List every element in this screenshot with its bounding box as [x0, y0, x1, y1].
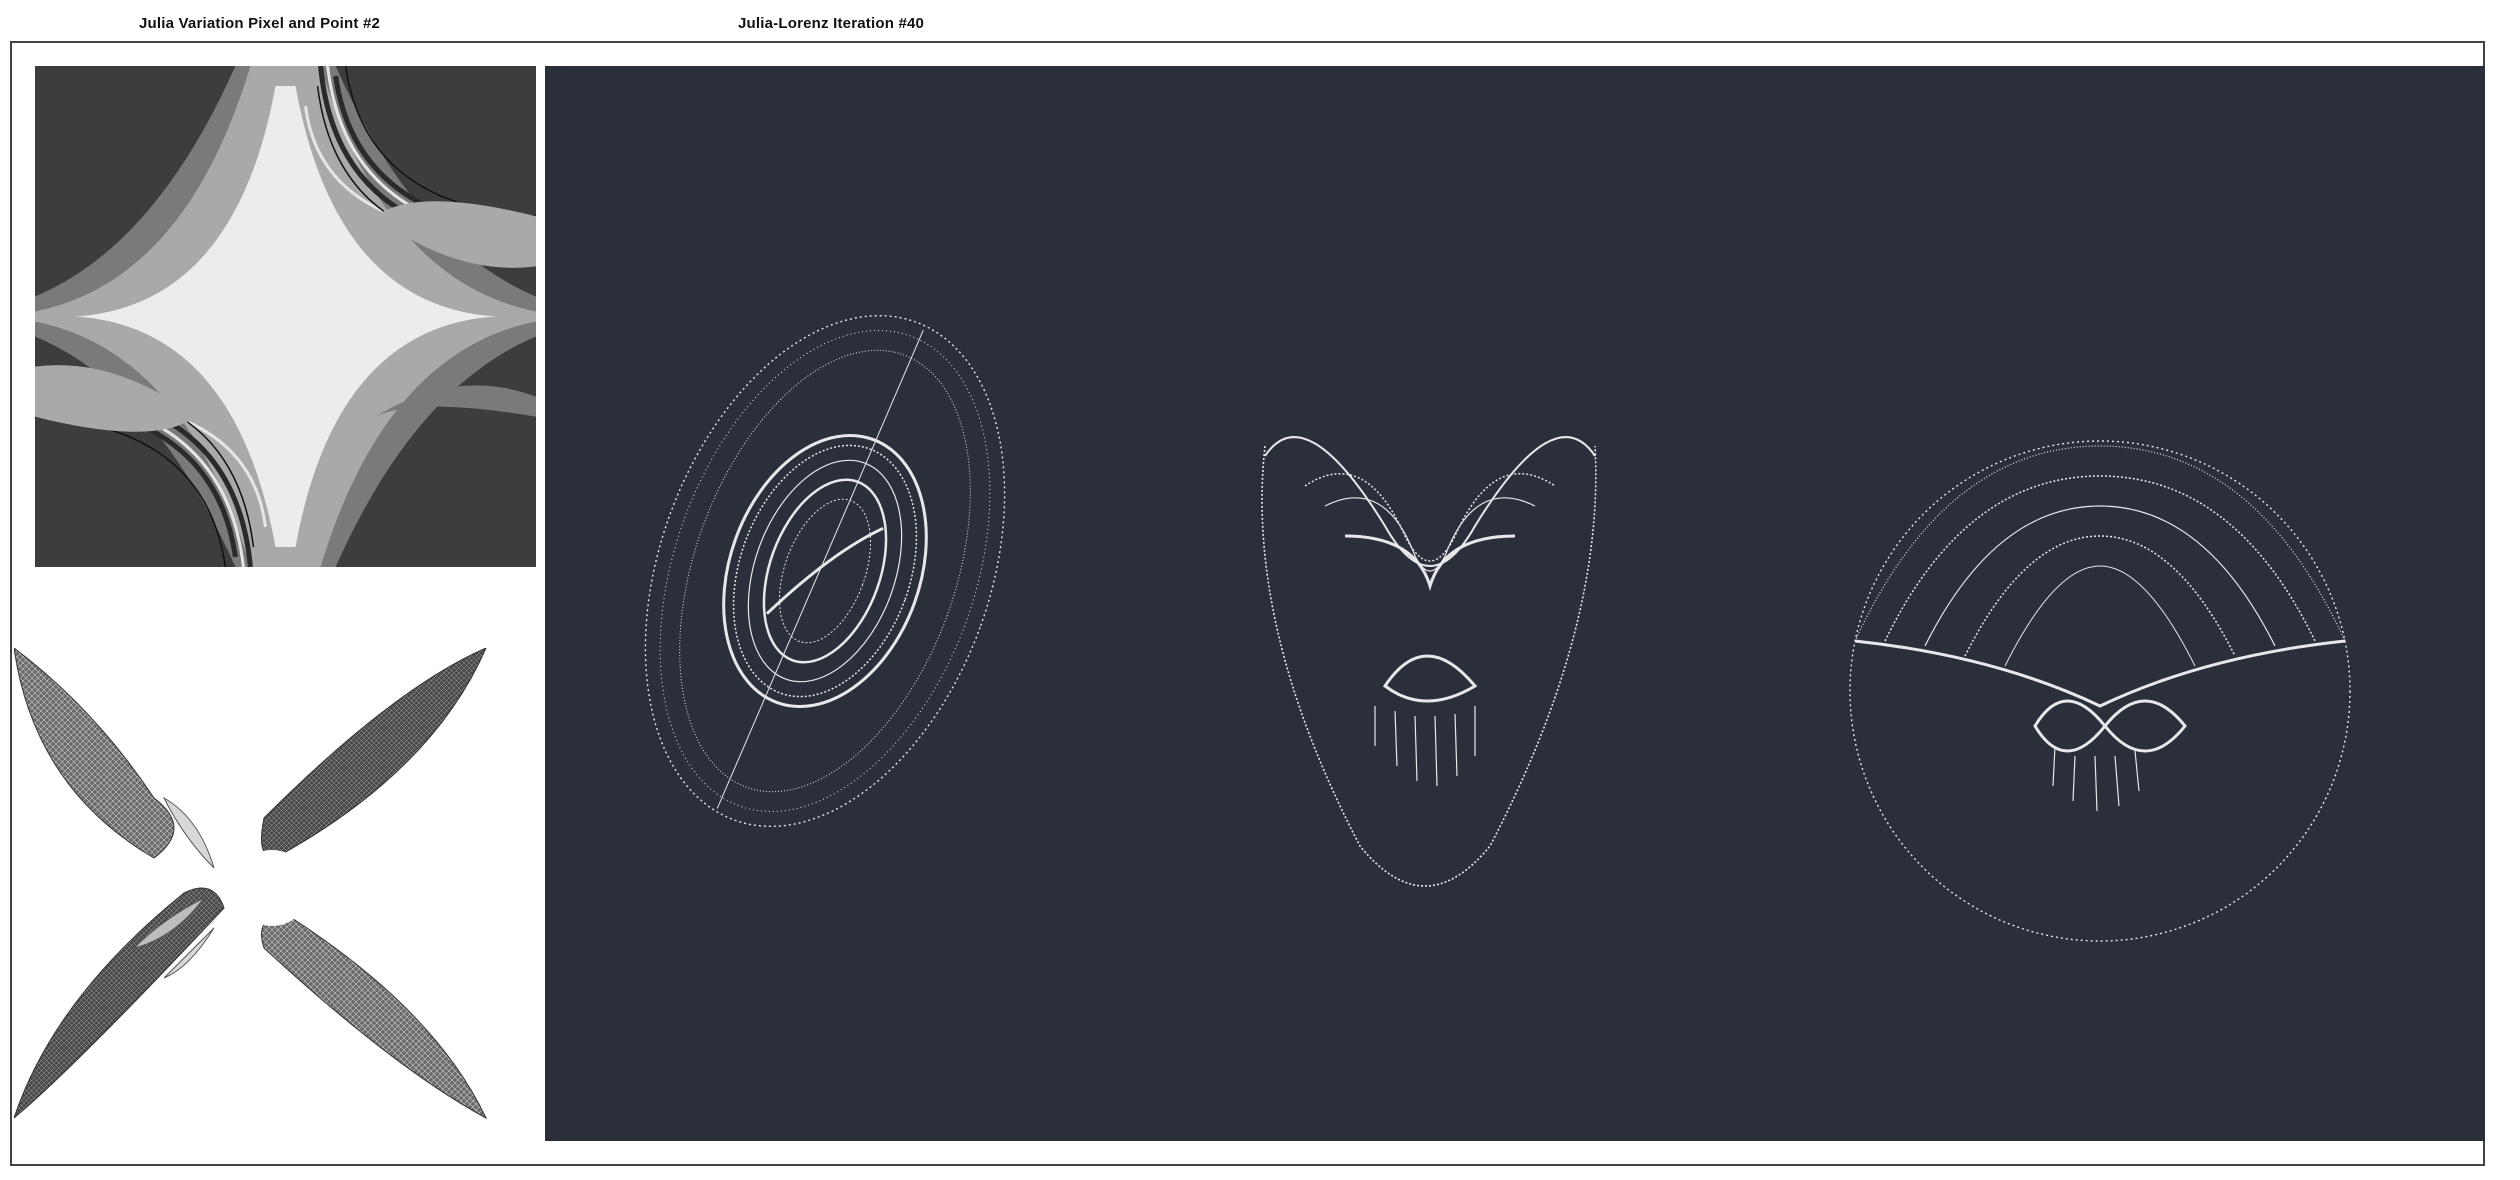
lorenz-attractor-image: [545, 66, 2485, 1141]
julia-pixel-canvas: [35, 66, 536, 567]
left-panel-title: Julia Variation Pixel and Point #2: [139, 15, 381, 32]
right-panel-title: Julia-Lorenz Iteration #40: [738, 15, 925, 32]
julia-flower-image: [14, 648, 488, 1120]
julia-pixel-image: [35, 66, 536, 567]
julia-flower-canvas: [14, 648, 494, 1124]
lorenz-attractor-canvas: [545, 66, 2485, 1141]
